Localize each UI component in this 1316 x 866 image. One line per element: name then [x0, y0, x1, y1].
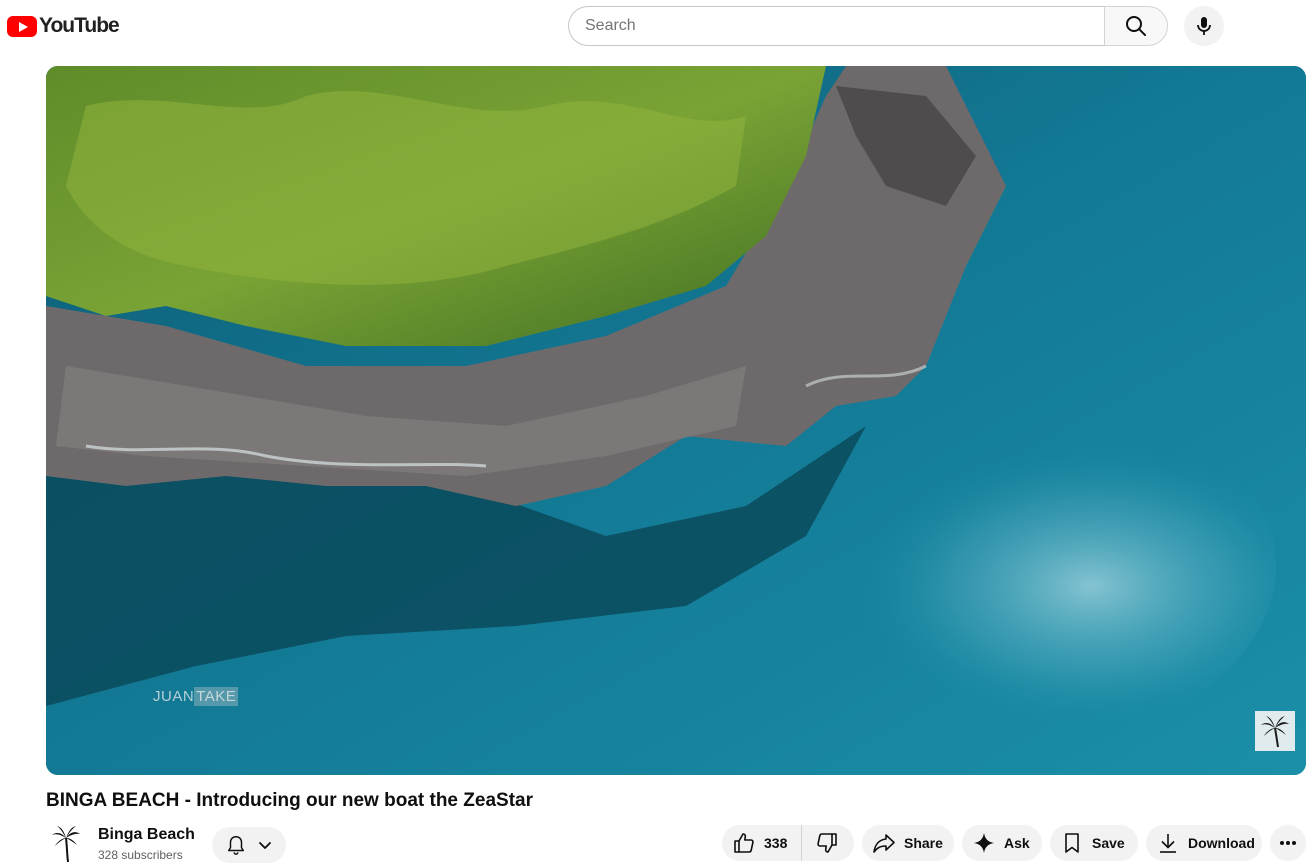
search-button[interactable] [1104, 6, 1168, 46]
search-icon [1126, 16, 1146, 36]
notification-bell-button[interactable] [212, 827, 286, 863]
channel-branding-watermark[interactable] [1255, 711, 1295, 751]
watermark-take: TAKE [194, 687, 239, 706]
voice-search-button[interactable] [1184, 6, 1224, 46]
video-player[interactable]: JUAN TAKE [46, 66, 1306, 775]
youtube-play-icon [7, 15, 37, 37]
palm-tree-icon [52, 826, 80, 863]
video-title: BINGA BEACH - Introducing our new boat t… [46, 790, 533, 811]
download-icon [1156, 831, 1180, 855]
like-count: 338 [764, 835, 788, 851]
thumbs-up-icon [732, 831, 756, 855]
watermark-juan: JUAN [153, 688, 195, 705]
palm-tree-icon [1261, 716, 1289, 748]
share-label: Share [904, 835, 943, 851]
video-frame [46, 66, 1306, 775]
save-button[interactable]: Save [1050, 825, 1138, 861]
save-label: Save [1092, 835, 1125, 851]
mic-icon [1197, 17, 1211, 35]
channel-meta: Binga Beach 328 subscribers [98, 826, 195, 862]
share-button[interactable]: Share [862, 825, 954, 861]
sparkle-icon [972, 831, 996, 855]
masthead: YouTube [0, 0, 1316, 56]
search-box [568, 6, 1105, 46]
channel-owner: Binga Beach 328 subscribers [46, 822, 195, 866]
thumbs-down-icon [815, 831, 839, 855]
download-label: Download [1188, 835, 1255, 851]
video-watermark: JUAN TAKE [153, 687, 239, 706]
bell-icon [227, 836, 245, 855]
ask-button[interactable]: Ask [962, 825, 1042, 861]
youtube-logo[interactable]: YouTube [7, 14, 120, 38]
download-button[interactable]: Download [1146, 825, 1262, 861]
channel-avatar[interactable] [46, 824, 86, 864]
like-dislike-group: 338 [722, 825, 854, 861]
bookmark-icon [1060, 831, 1084, 855]
subscriber-count: 328 subscribers [98, 848, 183, 862]
more-horizontal-icon [1280, 841, 1296, 845]
like-button[interactable]: 338 [722, 825, 803, 861]
logo-text: YouTube [39, 14, 120, 37]
search-input[interactable] [569, 7, 1105, 45]
channel-name[interactable]: Binga Beach [98, 826, 195, 844]
dislike-button[interactable] [802, 825, 852, 861]
more-actions-button[interactable] [1270, 825, 1306, 861]
share-icon [872, 831, 896, 855]
ask-label: Ask [1004, 835, 1030, 851]
chevron-down-icon [259, 842, 271, 849]
